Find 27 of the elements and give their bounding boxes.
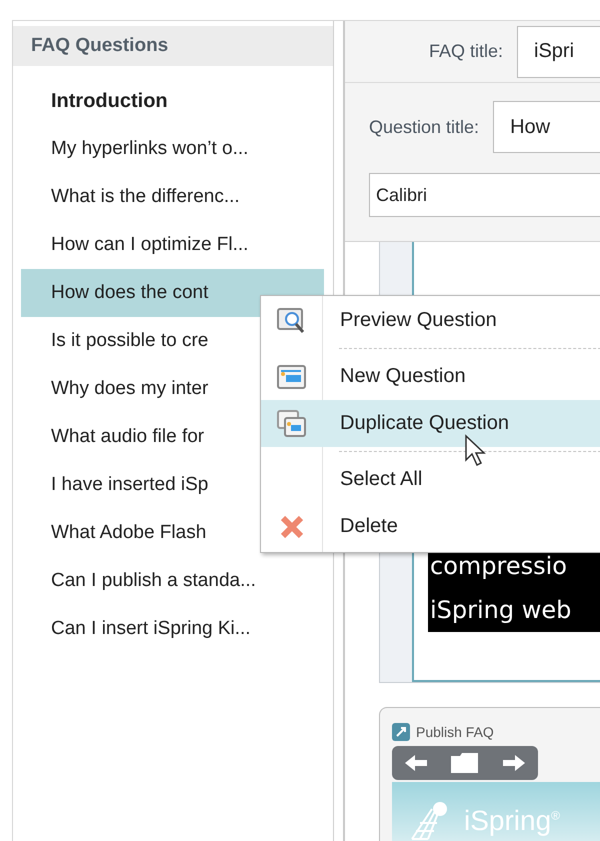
question-item[interactable]: How does the cont [21,269,324,317]
cursor-icon [464,434,488,468]
question-item[interactable]: My hyperlinks won’t o... [21,125,324,173]
question-title-field[interactable]: How [493,101,600,153]
field-label: Question title: [369,116,480,138]
question-item[interactable]: What is the differenc... [21,173,324,221]
forward-arrow-icon[interactable] [501,753,528,773]
question-item[interactable]: Can I insert iSpring Ki... [21,605,324,653]
window-title: Publish FAQ [416,724,494,740]
delete-icon [280,514,304,538]
menu-item[interactable]: Duplicate Question [261,400,600,447]
question-item[interactable]: Can I publish a standa... [21,557,324,605]
field-label: FAQ title: [428,41,503,62]
window-icon [276,364,306,390]
magnifier-icon [276,306,306,334]
question-item[interactable]: How can I optimize Fl... [21,221,324,269]
menu-item[interactable]: New Question [261,353,600,400]
panel-header: FAQ Questions [13,26,333,66]
windows-icon [276,410,306,438]
menu-item[interactable]: Select All [261,456,600,503]
question-item[interactable]: Introduction [21,77,324,125]
menu-item[interactable]: Delete [261,503,600,550]
logo-text: iSpring$^{®}$ [464,805,560,837]
folder-icon[interactable] [450,752,480,774]
font-dropdown[interactable]: Calibri [369,173,600,217]
faq-title-field[interactable]: iSpri [517,26,600,78]
back-arrow-icon[interactable] [402,753,429,773]
